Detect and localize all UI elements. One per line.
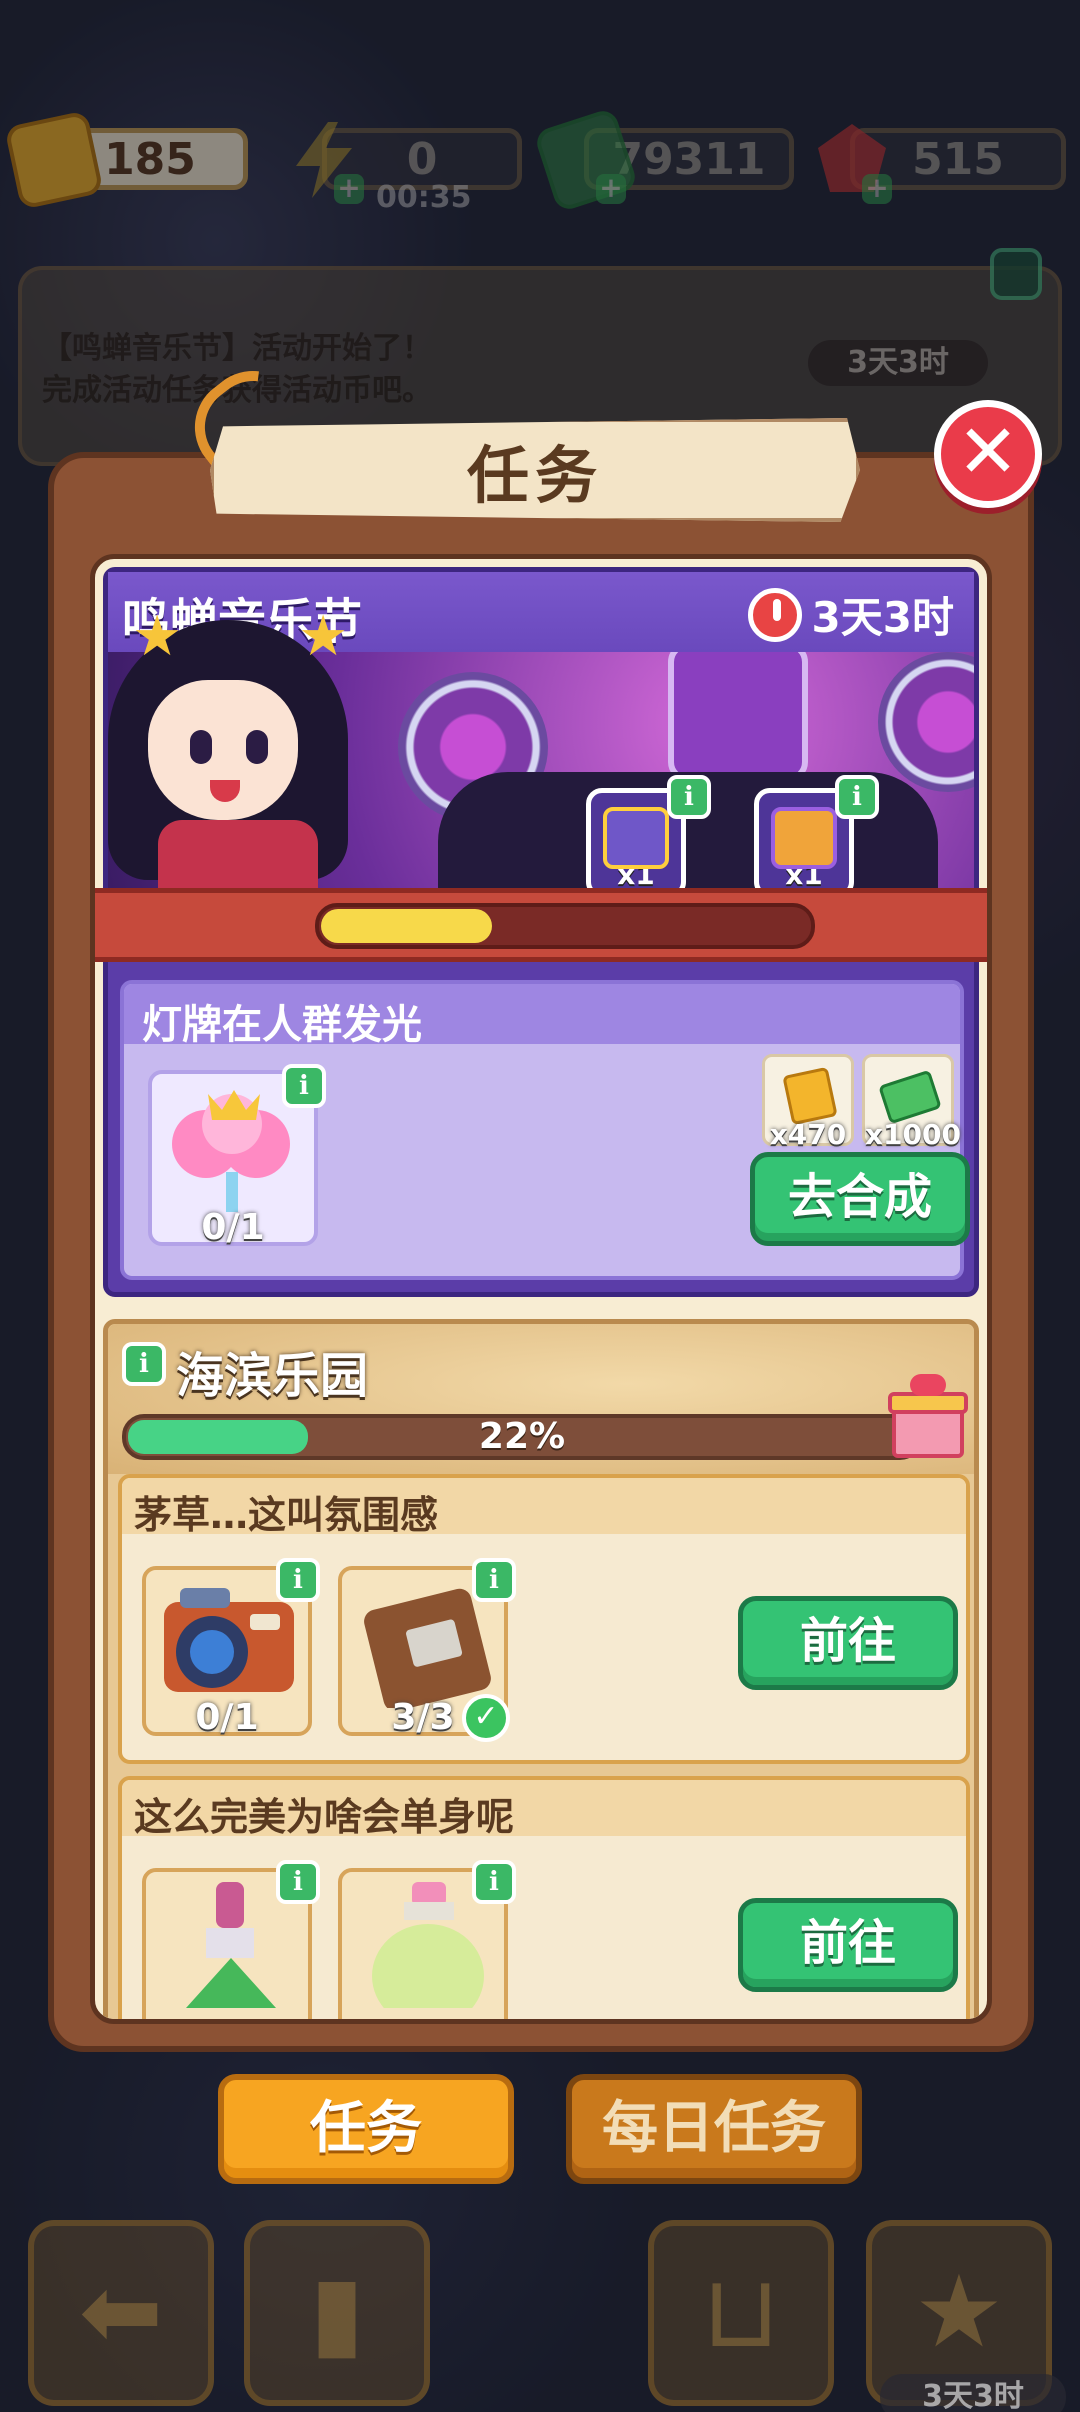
info-icon[interactable]: i bbox=[122, 1342, 166, 1386]
beach-task-2-title: 这么完美为啥会单身呢 bbox=[134, 1795, 515, 1839]
beach-task-2: 这么完美为啥会单身呢 i i 前往 bbox=[118, 1776, 970, 2019]
speaker-icon bbox=[878, 652, 974, 792]
light-sign-icon bbox=[172, 1090, 290, 1212]
clock-icon bbox=[747, 587, 802, 642]
go-button[interactable]: 前往 bbox=[738, 1898, 958, 1992]
basket-icon: ⊔ bbox=[701, 2253, 781, 2370]
subtask-item-count: 0/1 bbox=[201, 1207, 265, 1248]
gift-box-icon[interactable] bbox=[888, 1374, 968, 1460]
star-icon: ★ bbox=[132, 604, 183, 669]
beach-task-1: 茅草…这叫氛围感 0/1 i 3/3 ✓ i 前往 bbox=[118, 1474, 970, 1764]
tab-daily-tasks[interactable]: 每日任务 bbox=[566, 2074, 862, 2184]
event-progress-fill bbox=[321, 909, 492, 943]
drummer-figure bbox=[668, 652, 808, 782]
beach-task-1-item-2[interactable]: 3/3 ✓ i bbox=[338, 1558, 516, 1742]
event-reward-1[interactable]: x1 i bbox=[586, 775, 711, 915]
modal-title: 任务 bbox=[210, 418, 860, 522]
event-timer: 3天3时 bbox=[747, 584, 954, 645]
shop-button[interactable]: ⊔ bbox=[648, 2220, 834, 2406]
info-icon[interactable]: i bbox=[667, 775, 711, 819]
subtask-reward-1-qty: x470 bbox=[769, 1118, 847, 1151]
leaderboard-button[interactable]: ▮ bbox=[244, 2220, 430, 2406]
music-chest-icon bbox=[603, 807, 669, 869]
synthesize-button[interactable]: 去合成 bbox=[750, 1152, 970, 1246]
lipstick-icon bbox=[186, 1882, 276, 2008]
event-reward-2[interactable]: x1 i bbox=[754, 775, 879, 915]
beach-task-1-title: 茅草…这叫氛围感 bbox=[134, 1493, 439, 1537]
subtask-reward-1[interactable]: x470 bbox=[762, 1054, 854, 1151]
back-button[interactable]: ⬅ bbox=[28, 2220, 214, 2406]
beach-progress-bar: 22% bbox=[122, 1414, 922, 1460]
beach-title: 海滨乐园 bbox=[176, 1348, 369, 1404]
dock-timer: 3天3时 bbox=[880, 2374, 1066, 2412]
check-icon: ✓ bbox=[462, 1694, 510, 1742]
event-timer-text: 3天3时 bbox=[811, 593, 954, 642]
beach-progress-percent: 22% bbox=[478, 1416, 566, 1457]
beach-task-1-item-1[interactable]: 0/1 i bbox=[142, 1558, 320, 1738]
go-button[interactable]: 前往 bbox=[738, 1596, 958, 1690]
beach-task-2-item-2[interactable]: i bbox=[338, 1860, 516, 2019]
info-icon[interactable]: i bbox=[276, 1860, 320, 1904]
singer-character: ★ ★ bbox=[95, 604, 378, 910]
ticket-icon bbox=[782, 1066, 838, 1126]
podium-icon: ▮ bbox=[309, 2253, 365, 2370]
winged-chest-icon bbox=[771, 807, 837, 869]
close-button[interactable]: ✕ bbox=[934, 400, 1042, 508]
tab-tasks[interactable]: 任务 bbox=[218, 2074, 514, 2184]
subtask-item-slot[interactable]: 0/1 i bbox=[148, 1064, 326, 1248]
beach-task-1-item-1-count: 0/1 bbox=[195, 1697, 259, 1738]
event-card: 鸣蝉音乐节 3天3时 ★ ★ bbox=[95, 567, 987, 1297]
task-list[interactable]: 鸣蝉音乐节 3天3时 ★ ★ bbox=[90, 554, 992, 2024]
event-progress-bar bbox=[315, 903, 815, 949]
subtask-reward-2[interactable]: x1000 bbox=[862, 1054, 961, 1151]
cash-icon bbox=[878, 1069, 942, 1125]
star-icon: ★ bbox=[298, 604, 349, 669]
beach-task-2-item-1[interactable]: i bbox=[142, 1860, 320, 2019]
subtask-reward-2-qty: x1000 bbox=[865, 1118, 961, 1151]
beach-park-section: i 海滨乐园 22% 茅草…这叫氛围感 0/1 i 3/3 ✓ i 前往 这么完… bbox=[103, 1319, 979, 2019]
info-icon[interactable]: i bbox=[282, 1064, 326, 1108]
subtask-card: 灯牌在人群发光 0/1 i x470 x1000 去合成 bbox=[120, 980, 970, 1280]
subtask-title: 灯牌在人群发光 bbox=[142, 1002, 422, 1048]
info-icon[interactable]: i bbox=[472, 1558, 516, 1602]
info-icon[interactable]: i bbox=[835, 775, 879, 819]
info-icon[interactable]: i bbox=[276, 1558, 320, 1602]
task-modal: 鸣蝉音乐节 3天3时 ★ ★ bbox=[48, 452, 1034, 2052]
arrow-left-icon: ⬅ bbox=[79, 2253, 163, 2370]
info-icon[interactable]: i bbox=[472, 1860, 516, 1904]
event-progress-plank bbox=[95, 888, 987, 962]
